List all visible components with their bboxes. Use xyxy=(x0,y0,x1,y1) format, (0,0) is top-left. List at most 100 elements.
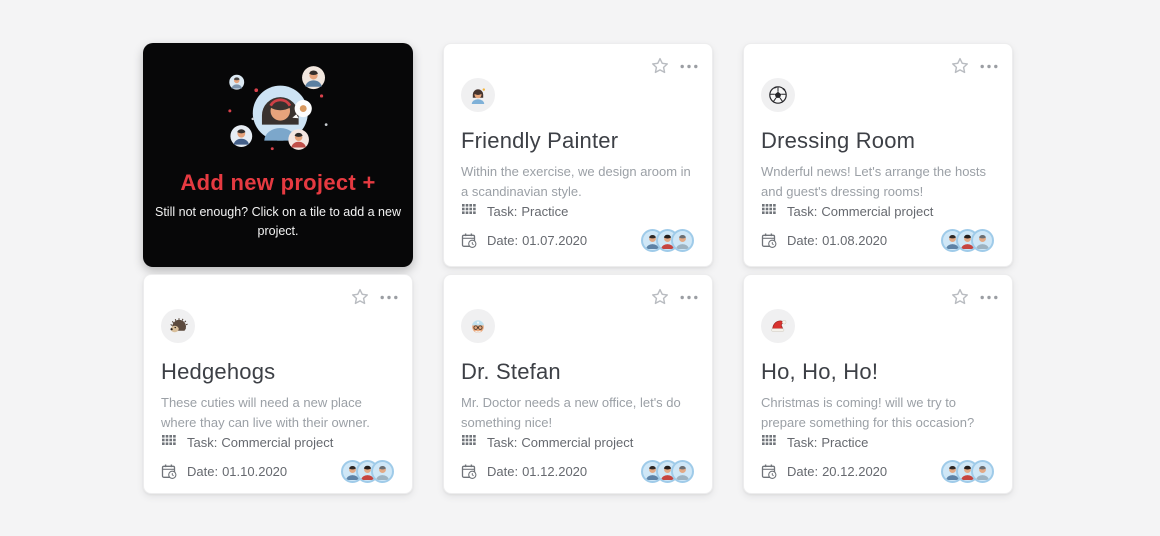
project-card-ho-ho-ho[interactable]: Ho, Ho, Ho! Christmas is coming! will we… xyxy=(743,274,1013,494)
date-row: Date: 01.10.2020 xyxy=(161,460,394,484)
favorite-star-icon[interactable] xyxy=(650,287,670,307)
card-actions xyxy=(950,287,998,307)
hedgehog-icon xyxy=(168,316,189,336)
task-value: Commercial project xyxy=(821,203,934,219)
santa-hat-icon xyxy=(768,316,789,336)
add-project-subtitle: Still not enough? Click on a tile to add… xyxy=(155,205,401,239)
team-avatars[interactable] xyxy=(341,460,394,484)
calendar-clock-icon xyxy=(161,463,177,480)
project-title: Hedgehogs xyxy=(161,359,276,384)
favorite-star-icon[interactable] xyxy=(950,287,970,307)
project-title: Dressing Room xyxy=(761,128,916,153)
card-actions xyxy=(650,287,698,307)
date-value: 01.12.2020 xyxy=(522,464,588,480)
team-member-avatar xyxy=(671,460,694,484)
date-label: Date: xyxy=(187,464,219,480)
task-row: Task: Practice xyxy=(461,202,694,220)
more-options-icon[interactable] xyxy=(680,295,698,300)
team-member-avatar xyxy=(371,460,394,484)
calendar-clock-icon xyxy=(761,463,777,480)
project-description: Christmas is coming! will we try to prep… xyxy=(761,395,975,431)
doctor-icon xyxy=(468,316,488,336)
projects-board: Add new project + Still not enough? Clic… xyxy=(0,0,1160,536)
date-value: 01.07.2020 xyxy=(522,233,588,249)
card-actions xyxy=(350,287,398,307)
grid-icon xyxy=(761,204,777,218)
calendar-clock-icon xyxy=(461,463,477,480)
woman-artist-icon xyxy=(468,85,488,105)
date-value: 01.08.2020 xyxy=(822,233,888,249)
favorite-star-icon[interactable] xyxy=(350,287,370,307)
project-avatar xyxy=(161,309,195,343)
project-title: Ho, Ho, Ho! xyxy=(761,359,879,384)
card-actions xyxy=(950,56,998,76)
team-avatars[interactable] xyxy=(641,460,694,484)
date-row: Date: 01.07.2020 xyxy=(461,229,694,253)
project-card-friendly-painter[interactable]: Friendly Painter Within the exercise, we… xyxy=(443,43,713,267)
project-description: These cuties will need a new place where… xyxy=(161,395,370,431)
favorite-star-icon[interactable] xyxy=(650,56,670,76)
more-options-icon[interactable] xyxy=(980,295,998,300)
date-value: 20.12.2020 xyxy=(822,464,888,480)
team-avatars[interactable] xyxy=(941,460,994,484)
project-title: Friendly Painter xyxy=(461,128,619,153)
task-value: Commercial project xyxy=(521,434,634,450)
team-avatars-illustration xyxy=(212,65,344,164)
date-row: Date: 01.08.2020 xyxy=(761,229,994,253)
more-options-icon[interactable] xyxy=(680,64,698,69)
project-description: Wnderful news! Let's arrange the hosts a… xyxy=(761,164,987,200)
project-card-dressing-room[interactable]: Dressing Room Wnderful news! Let's arran… xyxy=(743,43,1013,267)
date-row: Date: 01.12.2020 xyxy=(461,460,694,484)
card-meta: Task: Practice Date: 01.07.2020 xyxy=(461,202,694,253)
task-label: Task: xyxy=(787,203,818,219)
date-label: Date: xyxy=(787,233,819,249)
task-label: Task: xyxy=(787,434,818,450)
date-row: Date: 20.12.2020 xyxy=(761,460,994,484)
calendar-clock-icon xyxy=(761,232,777,249)
task-row: Task: Commercial project xyxy=(461,433,694,451)
grid-icon xyxy=(461,435,477,449)
task-row: Task: Practice xyxy=(761,433,994,451)
date-label: Date: xyxy=(487,233,519,249)
project-card-hedgehogs[interactable]: Hedgehogs These cuties will need a new p… xyxy=(143,274,413,494)
task-row: Task: Commercial project xyxy=(761,202,994,220)
project-avatar xyxy=(461,78,495,112)
team-member-avatar xyxy=(971,229,994,253)
team-avatars[interactable] xyxy=(941,229,994,253)
date-label: Date: xyxy=(487,464,519,480)
task-row: Task: Commercial project xyxy=(161,433,394,451)
project-avatar xyxy=(461,309,495,343)
add-project-title: Add new project + xyxy=(180,170,376,195)
more-options-icon[interactable] xyxy=(380,295,398,300)
projects-grid: Add new project + Still not enough? Clic… xyxy=(143,43,1013,494)
team-member-avatar xyxy=(971,460,994,484)
grid-icon xyxy=(461,204,477,218)
task-label: Task: xyxy=(487,203,518,219)
task-value: Commercial project xyxy=(221,434,334,450)
calendar-clock-icon xyxy=(461,232,477,249)
date-value: 01.10.2020 xyxy=(222,464,288,480)
project-description: Within the exercise, we design aroom in … xyxy=(461,164,691,200)
project-description: Mr. Doctor needs a new office, let's do … xyxy=(461,395,681,431)
favorite-star-icon[interactable] xyxy=(950,56,970,76)
grid-icon xyxy=(761,435,777,449)
card-actions xyxy=(650,56,698,76)
grid-icon xyxy=(161,435,177,449)
team-avatars[interactable] xyxy=(641,229,694,253)
date-label: Date: xyxy=(787,464,819,480)
task-label: Task: xyxy=(487,434,518,450)
task-value: Practice xyxy=(821,434,869,450)
task-label: Task: xyxy=(187,434,218,450)
card-meta: Task: Commercial project Date: 01.10.202… xyxy=(161,433,394,484)
card-meta: Task: Practice Date: 20.12.2020 xyxy=(761,433,994,484)
team-member-avatar xyxy=(671,229,694,253)
card-meta: Task: Commercial project Date: 01.12.202… xyxy=(461,433,694,484)
add-new-project-tile[interactable]: Add new project + Still not enough? Clic… xyxy=(143,43,413,267)
project-card-dr-stefan[interactable]: Dr. Stefan Mr. Doctor needs a new office… xyxy=(443,274,713,494)
more-options-icon[interactable] xyxy=(980,64,998,69)
project-title: Dr. Stefan xyxy=(461,359,561,384)
project-avatar xyxy=(761,78,795,112)
project-avatar xyxy=(761,309,795,343)
card-meta: Task: Commercial project Date: 01.08.202… xyxy=(761,202,994,253)
task-value: Practice xyxy=(521,203,569,219)
